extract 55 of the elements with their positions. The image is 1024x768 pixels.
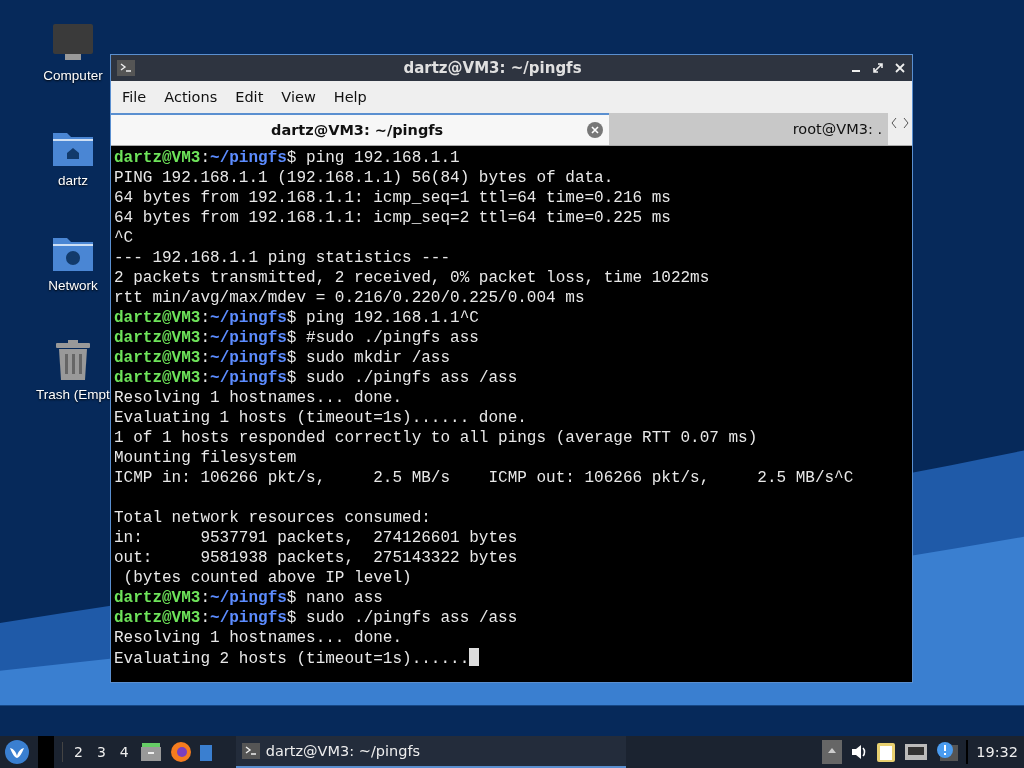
prompt-line: dartz@VM3:~/pingfs$ nano ass: [114, 588, 384, 608]
desktop-icon-label[interactable]: Trash (Empt: [36, 387, 110, 402]
close-tab-icon[interactable]: [587, 122, 603, 138]
output-line: Total network resources consumed:: [114, 508, 432, 528]
output-line: Resolving 1 hostnames... done.: [114, 388, 404, 408]
clipboard-icon[interactable]: [876, 741, 897, 763]
eject-icon[interactable]: [822, 740, 843, 764]
output-line: Mounting filesystem: [114, 448, 298, 468]
desktop-icon-label[interactable]: Network: [48, 278, 98, 293]
window-icon[interactable]: [199, 743, 212, 761]
file-cabinet-icon[interactable]: [139, 742, 162, 762]
output-line: rtt min/avg/max/mdev = 0.216/0.220/0.225/0.004 ms: [114, 288, 586, 308]
output-line: ^C: [114, 228, 135, 248]
window-title: dartz@VM3: ~/pingfs: [402, 59, 583, 77]
prompt-line: dartz@VM3:~/pingfs$ sudo ./pingfs ass /ass: [114, 368, 519, 388]
output-line: --- 192.168.1.1 ping statistics ---: [114, 248, 452, 268]
output-line: 2 packets transmitted, 2 received, 0% packet loss, time 1022ms: [114, 268, 711, 288]
output-line: 64 bytes from 192.168.1.1: icmp_seq=2 ttl=64 time=0.225 ms: [114, 208, 672, 228]
output-line: 1 of 1 hosts responded correctly to all pings (average RTT 0.07 ms): [114, 428, 759, 448]
menu-item[interactable]: File: [113, 89, 156, 105]
info-icon[interactable]: [936, 741, 959, 763]
desktop-icon-label[interactable]: Computer: [43, 68, 103, 83]
workspace-button[interactable]: 3: [93, 744, 109, 760]
output-line: 64 bytes from 192.168.1.1: icmp_seq=1 ttl=64 time=0.216 ms: [114, 188, 672, 208]
network-wired-icon[interactable]: [904, 742, 929, 762]
close-icon[interactable]: [894, 62, 906, 74]
prompt-line: dartz@VM3:~/pingfs$ ping 192.168.1.1^C: [114, 308, 480, 328]
output-line: ICMP in: 106266 pkt/s, 2.5 MB/s ICMP out: 106266 pkt/s, 2.5 MB/s^C: [114, 468, 855, 488]
tab[interactable]: dartz@VM3: ~/pingfs: [111, 113, 609, 145]
prompt-line: dartz@VM3:~/pingfs$ ping 192.168.1.1: [114, 148, 461, 168]
menu-item[interactable]: View: [272, 89, 325, 105]
output-line: PING 192.168.1.1 (192.168.1.1) 56(84) bytes of data.: [114, 168, 615, 188]
monitor-icon[interactable]: [51, 22, 95, 62]
taskbar-task[interactable]: dartz@VM3: ~/pingfs: [235, 736, 626, 768]
terminal-icon: [241, 743, 260, 759]
browser-icon[interactable]: [169, 741, 192, 763]
menu-item[interactable]: Edit: [226, 89, 273, 105]
output-line: Resolving 1 hostnames... done.: [114, 628, 404, 648]
output-line: (bytes counted above IP level): [122, 568, 413, 588]
maximize-icon[interactable]: [872, 62, 884, 74]
output-line: Evaluating 1 hosts (timeout=1s)...... done.: [114, 408, 528, 428]
output-line: out: 9581938 packets, 275143322 bytes: [114, 548, 519, 568]
desktop-icon-label[interactable]: dartz: [58, 173, 88, 188]
terminal-icon: [117, 60, 135, 76]
clock[interactable]: 19:32: [976, 744, 1018, 760]
output-line: in: 9537791 packets, 274126601 bytes: [114, 528, 519, 548]
prompt-line: dartz@VM3:~/pingfs$ sudo mkdir /ass: [114, 348, 452, 368]
trash-icon[interactable]: [54, 339, 92, 381]
prompt-line: dartz@VM3:~/pingfs$ sudo ./pingfs ass /ass: [114, 608, 519, 628]
output-line: Evaluating 2 hosts (timeout=1s)......: [114, 648, 909, 668]
workspace-button[interactable]: 4: [116, 744, 132, 760]
menu-item[interactable]: Help: [324, 89, 376, 105]
menu-item[interactable]: Actions: [155, 89, 227, 105]
prompt-line: dartz@VM3:~/pingfs$ #sudo ./pingfs ass: [114, 328, 480, 348]
workspace-button[interactable]: 2: [71, 744, 86, 760]
